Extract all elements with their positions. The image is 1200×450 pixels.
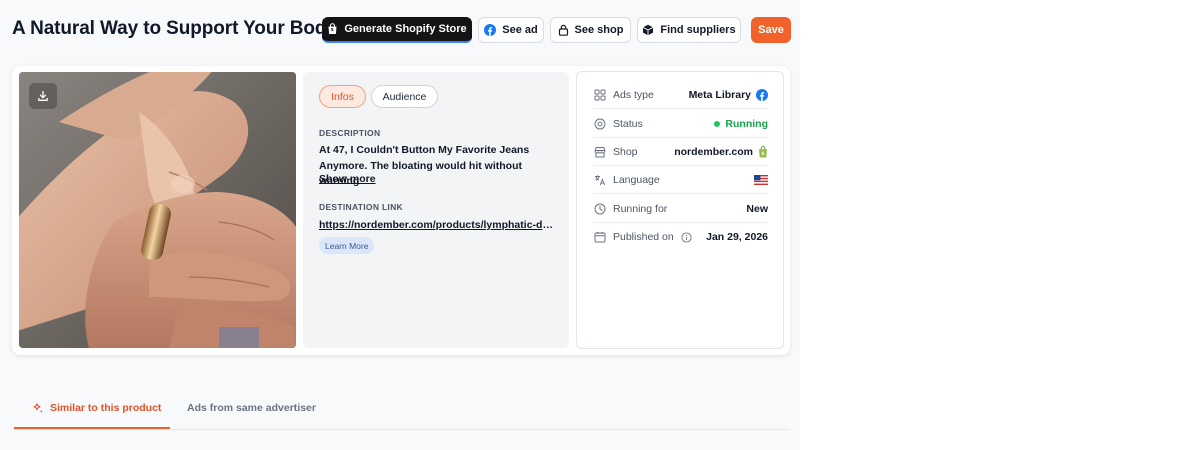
status-dot [714,120,721,127]
lock-icon [558,24,568,36]
language-label: Language [613,173,660,186]
description-label: DESCRIPTION [319,128,381,138]
calendar-icon [593,230,607,244]
meta-row-ads-type: Ads type Meta Library [593,81,768,109]
page-title: A Natural Way to Support Your Bod... [12,18,342,39]
see-ad-label: See ad [502,24,538,36]
grid-icon [593,88,607,102]
store-icon [593,145,607,159]
info-panel: Infos Audience DESCRIPTION At 47, I Coul… [303,72,569,348]
tab-same-advertiser-label: Ads from same advertiser [187,402,316,414]
published-on-label: Published on [613,231,674,243]
hands-ring-photo [19,72,296,348]
ad-details-card: Infos Audience DESCRIPTION At 47, I Coul… [12,66,790,355]
destination-link-label: DESTINATION LINK [319,202,403,212]
see-ad-button[interactable]: See ad [478,17,544,43]
save-button[interactable]: Save [751,17,791,43]
ads-type-value: Meta Library [688,88,751,101]
ads-type-value-wrap: Meta Library [688,88,768,101]
find-suppliers-label: Find suppliers [660,24,736,36]
clock-icon [593,202,607,216]
tab-same-advertiser[interactable]: Ads from same advertiser [187,402,316,414]
see-shop-label: See shop [574,24,624,36]
facebook-icon [756,88,768,101]
meta-row-status: Status Running [593,110,768,138]
meta-panel: Ads type Meta Library Status Running Sho… [576,71,784,349]
running-for-label: Running for [613,202,668,215]
ad-media[interactable] [19,72,296,348]
status-label: Status [613,117,643,130]
language-value-wrap [754,174,768,185]
sparkle-icon [33,403,43,413]
meta-row-shop: Shop nordember.com [593,138,768,166]
status-icon [593,117,607,131]
tab-infos[interactable]: Infos [319,85,366,108]
app-window: A Natural Way to Support Your Bod... Gen… [0,0,800,450]
generate-shopify-store-button[interactable]: Generate Shopify Store [322,17,472,43]
shop-value-wrap[interactable]: nordember.com [674,146,768,158]
meta-row-running-for: Running for New [593,195,768,223]
info-icon[interactable] [681,231,692,243]
find-suppliers-button[interactable]: Find suppliers [637,17,741,43]
status-value: Running [725,117,768,130]
download-button[interactable] [29,83,57,109]
status-value-wrap: Running [714,118,768,130]
download-icon [38,90,48,101]
destination-link[interactable]: https://nordember.com/products/lymphatic… [319,219,557,231]
generate-shopify-store-label: Generate Shopify Store [344,23,467,35]
shop-label: Shop [613,145,638,158]
box-icon [643,24,654,36]
ads-type-label: Ads type [613,88,654,101]
shop-value[interactable]: nordember.com [674,146,753,158]
us-flag-icon [754,174,768,185]
shopify-icon [759,145,767,157]
tab-similar-products[interactable]: Similar to this product [32,402,161,414]
see-shop-button[interactable]: See shop [550,17,631,43]
running-for-value: New [746,202,768,215]
translate-icon [593,173,607,187]
show-more-link[interactable]: Show more [319,173,376,185]
tabs-divider [14,429,790,430]
facebook-icon [484,24,497,36]
meta-row-language: Language [593,166,768,194]
meta-row-published-on: Published on Jan 29, 2026 [593,223,768,251]
cta-badge: Learn More [319,237,375,254]
shopping-bag-icon [328,23,337,34]
tab-audience[interactable]: Audience [371,85,438,108]
tab-similar-label: Similar to this product [50,402,162,414]
published-on-value: Jan 29, 2026 [706,231,768,243]
save-label: Save [758,24,784,36]
